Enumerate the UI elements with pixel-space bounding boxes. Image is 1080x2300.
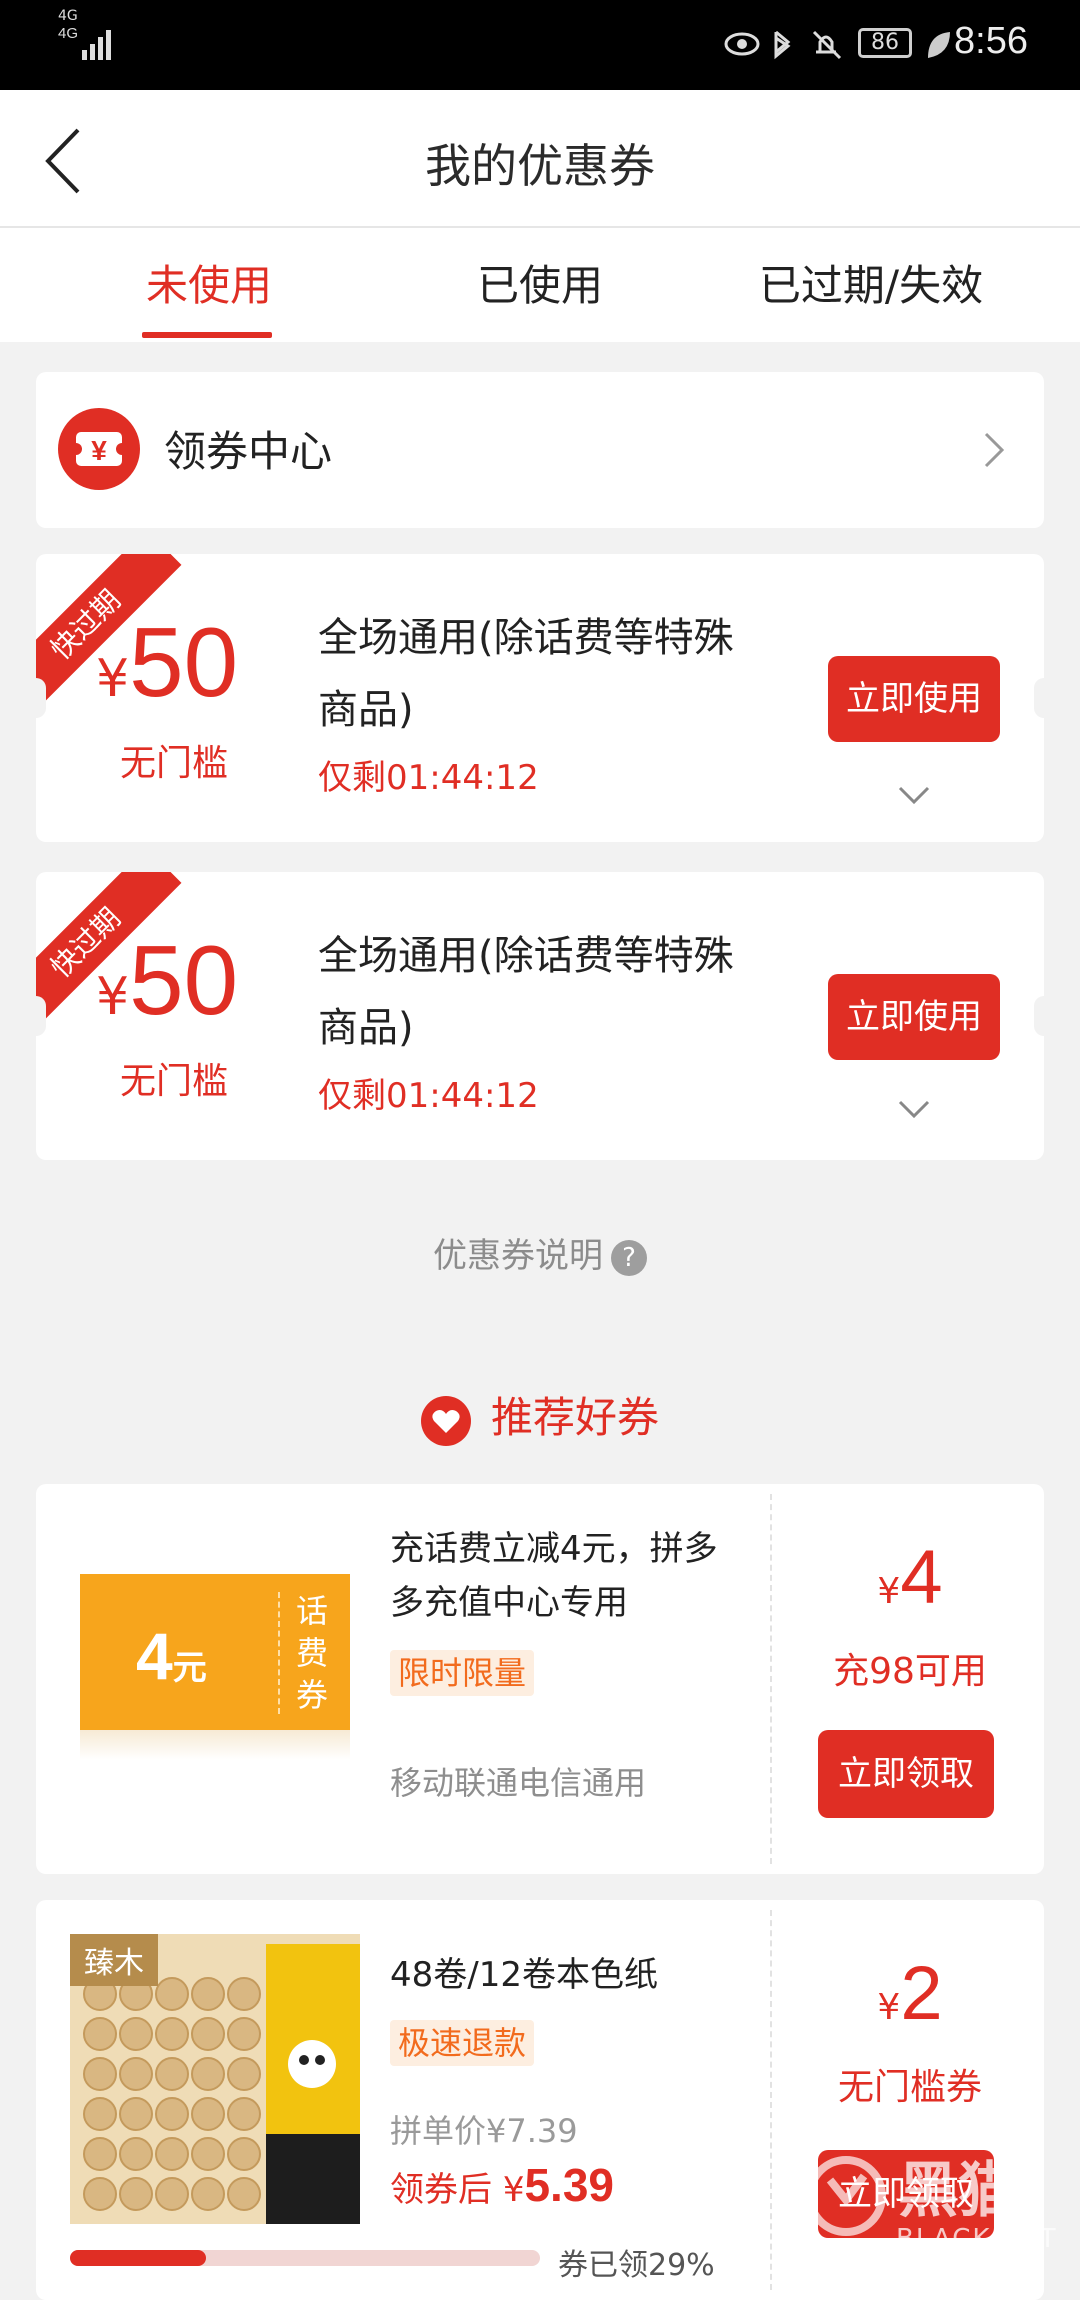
question-icon: ?	[611, 1239, 647, 1276]
recommend-coupon-card: 4元 话费券 充话费立减4元，拼多多充值中心专用 限时限量 移动联通电信通用 ¥…	[36, 1484, 1044, 1874]
after-coupon-price: 5.39	[524, 2159, 614, 2211]
battery-icon: 86	[858, 28, 912, 58]
phone-coupon-shadow	[80, 1730, 350, 1760]
recommend-amount: ¥2	[776, 1950, 1044, 2037]
coupon-description: 全场通用(除话费等特殊商品)	[318, 933, 734, 1051]
tab-unused[interactable]: 未使用	[44, 252, 374, 313]
currency-symbol: ¥	[96, 649, 130, 709]
coupon-ticket-icon: ¥	[58, 408, 140, 490]
promo-tag-wrap: 限时限量	[390, 1648, 535, 1696]
recommend-card-action: ¥4 充98可用 立即领取	[776, 1484, 1044, 1874]
coupon-center-label: 领券中心	[164, 427, 333, 476]
currency-symbol: ¥	[877, 1571, 901, 1612]
coupon-explanation-link[interactable]: 优惠券说明?	[0, 1228, 1080, 1277]
price-after-coupon: 领券后 ¥5.39	[390, 2158, 614, 2212]
recommend-title: 充话费立减4元，拼多多充值中心专用	[390, 1529, 718, 1623]
recommend-amount: ¥4	[776, 1534, 1044, 1621]
coupon-description: 全场通用(除话费等特殊商品)	[318, 615, 734, 733]
group-price: 拼单价¥7.39	[390, 2112, 578, 2150]
heart-badge-icon	[420, 1395, 471, 1446]
claimed-progress-text: 券已领29%	[558, 2248, 715, 2283]
signal-icon: 4G	[58, 25, 111, 60]
svg-text:4G: 4G	[58, 25, 78, 42]
battery-level: 86	[871, 30, 899, 55]
use-now-button[interactable]: 立即使用	[828, 974, 1000, 1060]
coupon-threshold: 无门槛	[120, 743, 229, 784]
watermark-en: BLACK CAT	[896, 2224, 1058, 2254]
recommend-section-title: 推荐好券	[0, 1384, 1080, 1446]
recommend-condition: 无门槛券	[837, 2067, 982, 2108]
chevron-right-icon	[984, 432, 1005, 468]
network-label: 4G	[58, 8, 78, 24]
chevron-down-icon[interactable]	[894, 1094, 934, 1124]
coupon-threshold: 无门槛	[120, 1061, 229, 1102]
watermark-cn: 黑猫	[898, 2156, 1018, 2226]
claim-now-button[interactable]: 立即领取	[818, 1730, 994, 1818]
recommend-title-text: 推荐好券	[490, 1393, 659, 1442]
recommend-card-info: 4元 话费券 充话费立减4元，拼多多充值中心专用 限时限量 移动联通电信通用	[36, 1484, 762, 1874]
coupon-center-entry[interactable]: ¥ 领券中心	[36, 372, 1044, 528]
currency-symbol: ¥	[502, 2170, 525, 2210]
coupon-ticket-symbol: ¥	[91, 435, 107, 466]
chevron-down-icon[interactable]	[894, 780, 934, 810]
coupon-amount: ¥50	[96, 606, 296, 719]
recommend-card-info: 臻木 48卷/12卷本色纸 极速退款 拼单价¥7.39 领券后 ¥5.39 券已…	[36, 1900, 762, 2300]
tab-bar: 未使用 已使用 已过期/失效	[0, 228, 1080, 342]
recommend-subtitle: 移动联通电信通用	[390, 1764, 647, 1802]
card-notch	[1034, 996, 1044, 1036]
promo-tag: 限时限量	[390, 1650, 535, 1696]
phone-coupon-amount-value: 4	[136, 1619, 173, 1693]
active-tab-indicator	[142, 332, 272, 338]
amount-value: 2	[900, 1951, 943, 2036]
currency-symbol: ¥	[96, 967, 130, 1027]
after-coupon-label: 领券后	[390, 2170, 492, 2210]
app-header: 我的优惠券	[0, 90, 1080, 228]
promo-tag-wrap: 极速退款	[390, 2018, 535, 2066]
phone-coupon-amount: 4元	[136, 1618, 207, 1694]
tab-expired[interactable]: 已过期/失效	[706, 252, 1036, 313]
leaf-icon	[928, 32, 950, 58]
claimed-progress-fill	[70, 2250, 207, 2266]
amount-value: 50	[129, 925, 239, 1035]
card-notch	[36, 996, 46, 1036]
coupon-countdown: 仅剩01:44:12	[318, 758, 539, 798]
status-bar: 4G 4G 86 8:56	[0, 0, 1080, 90]
dashed-divider	[770, 1910, 772, 2290]
coupon-card: 快过期 ¥50 无门槛 全场通用(除话费等特殊商品) 仅剩01:44:12 立即…	[36, 554, 1044, 842]
brand-tag: 臻木	[70, 1934, 158, 1986]
phone-coupon-perforation	[278, 1592, 280, 1714]
coupon-card: 快过期 ¥50 无门槛 全场通用(除话费等特殊商品) 仅剩01:44:12 立即…	[36, 872, 1044, 1160]
use-now-button[interactable]: 立即使用	[828, 656, 1000, 742]
currency-symbol: ¥	[877, 1987, 901, 2028]
product-title: 48卷/12卷本色纸	[390, 1955, 658, 1995]
card-notch	[1034, 678, 1044, 718]
coupon-explanation-label: 优惠券说明	[433, 1236, 603, 1276]
page-title: 我的优惠券	[425, 139, 655, 193]
card-notch	[36, 678, 46, 718]
clock: 8:56	[954, 20, 1028, 62]
promo-tag: 极速退款	[390, 2020, 535, 2066]
status-icons	[724, 30, 842, 60]
coupon-amount: ¥50	[96, 924, 296, 1037]
tab-used[interactable]: 已使用	[375, 252, 705, 313]
coupon-countdown: 仅剩01:44:12	[318, 1076, 539, 1116]
phone-coupon-side-label: 话费券	[295, 1592, 328, 1714]
dashed-divider	[770, 1494, 772, 1864]
amount-value: 4	[900, 1535, 943, 1620]
claimed-progress-bar	[70, 2250, 540, 2266]
blackcat-watermark: 黑猫 BLACK CAT	[806, 2140, 1066, 2270]
phone-credit-coupon-image: 4元 话费券	[80, 1574, 350, 1730]
recommend-condition: 充98可用	[833, 1651, 987, 1692]
amount-value: 50	[129, 607, 239, 717]
phone-coupon-unit: 元	[172, 1649, 207, 1687]
